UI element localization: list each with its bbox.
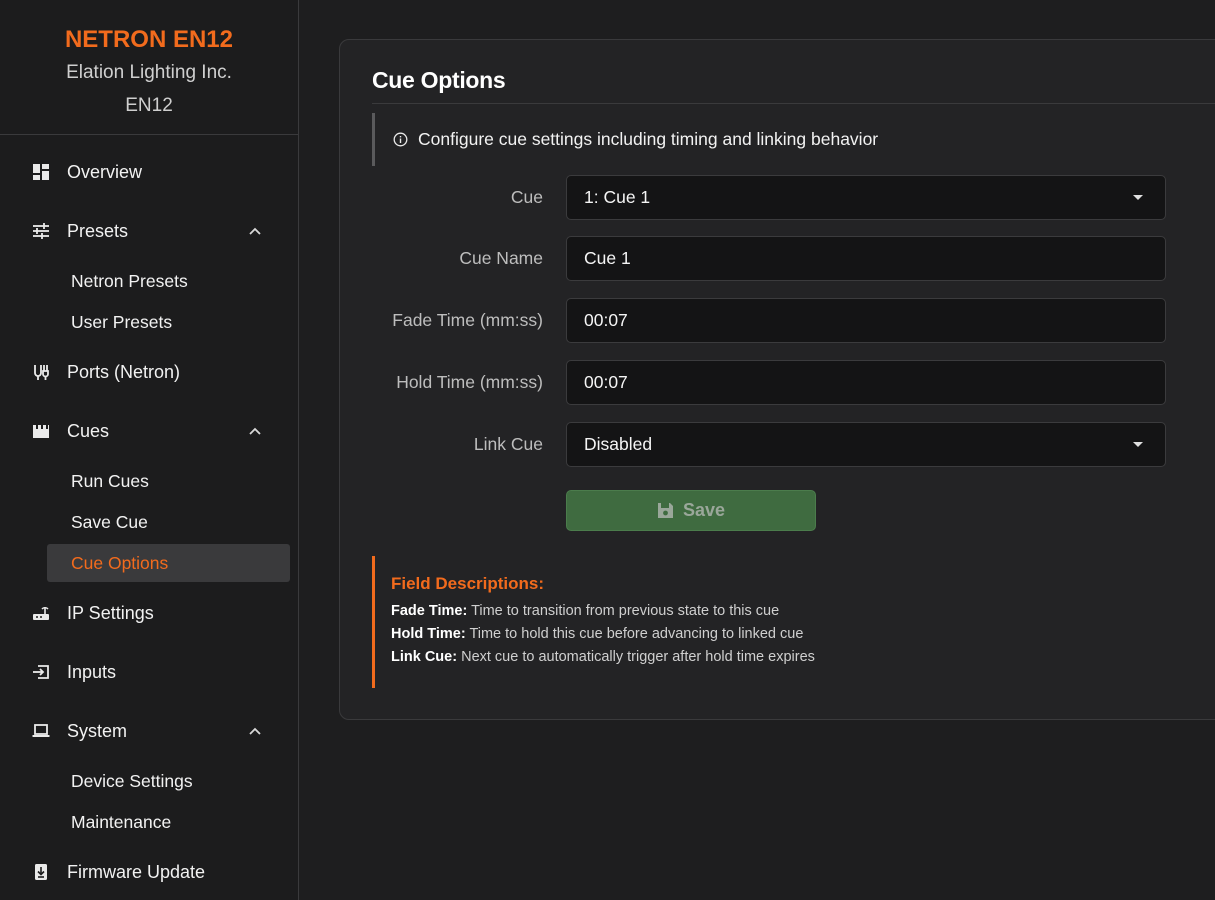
chevron-up-icon xyxy=(249,727,261,735)
desc-text: Time to transition from previous state t… xyxy=(471,603,780,619)
hold-time-input[interactable]: 00:07 xyxy=(566,360,1166,405)
sidebar-subitem-label: Device Settings xyxy=(71,770,193,791)
sidebar-subitem-netron-presets[interactable]: Netron Presets xyxy=(47,262,290,300)
cue-name-value: Cue 1 xyxy=(584,248,631,268)
sidebar-item-label: Ports (Netron) xyxy=(67,361,181,382)
desc-text: Next cue to automatically trigger after … xyxy=(461,649,815,665)
sidebar-item-ip-settings[interactable]: IP Settings xyxy=(0,593,299,633)
sidebar-subitem-run-cues[interactable]: Run Cues xyxy=(47,462,290,500)
link-cue-label: Link Cue xyxy=(473,434,543,454)
sidebar-subitem-save-cue[interactable]: Save Cue xyxy=(47,503,290,541)
sidebar: NETRON EN12 Elation Lighting Inc. EN12 O… xyxy=(0,0,299,900)
sidebar-item-inputs[interactable]: Inputs xyxy=(0,652,299,692)
fade-time-value: 00:07 xyxy=(584,310,628,330)
sidebar-item-label: System xyxy=(67,720,128,741)
dashboard-icon xyxy=(33,164,49,180)
fade-time-label: Fade Time (mm:ss) xyxy=(392,310,543,330)
fade-time-input[interactable]: 00:07 xyxy=(566,298,1166,343)
sidebar-item-label: Overview xyxy=(67,161,143,182)
desc-link-cue: Link Cue: Next cue to automatically trig… xyxy=(391,649,815,665)
brand-company: Elation Lighting Inc. xyxy=(66,62,232,83)
router-icon xyxy=(33,607,49,620)
info-banner: Configure cue settings including timing … xyxy=(372,113,1215,166)
chevron-up-icon xyxy=(249,427,261,435)
sidebar-item-presets[interactable]: Presets xyxy=(0,211,299,251)
sidebar-subitem-user-presets[interactable]: User Presets xyxy=(47,303,290,341)
sidebar-subitem-label: User Presets xyxy=(71,311,173,332)
form-row-fade-time: Fade Time (mm:ss) 00:07 xyxy=(340,298,1215,343)
sidebar-item-system[interactable]: System xyxy=(0,711,299,751)
sidebar-item-label: Firmware Update xyxy=(67,861,206,882)
save-button-label: Save xyxy=(682,500,726,520)
input-icon xyxy=(33,665,49,679)
sidebar-subitem-label: Run Cues xyxy=(71,470,149,491)
ports-icon xyxy=(34,365,49,380)
sidebar-subitem-cue-options[interactable]: Cue Options xyxy=(47,544,290,582)
desc-hold-time: Hold Time: Time to hold this cue before … xyxy=(391,626,803,642)
form-row-cue-name: Cue Name Cue 1 xyxy=(340,236,1215,281)
sidebar-item-label: Cues xyxy=(67,420,110,441)
sidebar-item-cues[interactable]: Cues xyxy=(0,411,299,451)
sidebar-subitem-label: Cue Options xyxy=(71,552,169,573)
desc-fade-time: Fade Time: Time to transition from previ… xyxy=(391,603,779,619)
sidebar-subitem-maintenance[interactable]: Maintenance xyxy=(47,803,290,841)
title-divider xyxy=(372,103,1215,104)
sliders-icon xyxy=(33,223,49,239)
cue-label: Cue xyxy=(510,187,543,207)
form-row-cue: Cue 1: Cue 1 xyxy=(340,175,1215,220)
save-button[interactable]: Save xyxy=(566,490,816,531)
form-row-hold-time: Hold Time (mm:ss) 00:07 xyxy=(340,360,1215,405)
chevron-up-icon xyxy=(249,227,261,235)
sidebar-subitem-label: Netron Presets xyxy=(71,270,188,291)
brand-header: NETRON EN12 Elation Lighting Inc. EN12 xyxy=(0,0,298,135)
link-cue-value: Disabled xyxy=(584,434,653,454)
page-title: Cue Options xyxy=(372,67,506,93)
desc-term: Hold Time: xyxy=(391,626,466,642)
sidebar-item-label: IP Settings xyxy=(67,602,154,623)
sidebar-subitem-label: Maintenance xyxy=(71,811,172,832)
info-text: Configure cue settings including timing … xyxy=(418,129,879,149)
sidebar-item-overview[interactable]: Overview xyxy=(0,152,299,192)
floppy-disk-icon xyxy=(657,503,673,518)
hold-time-value: 00:07 xyxy=(584,372,628,392)
brand-model: EN12 xyxy=(125,95,173,116)
cue-select[interactable]: 1: Cue 1 xyxy=(566,175,1166,220)
desc-text: Time to hold this cue before advancing t… xyxy=(469,626,804,642)
cue-select-value: 1: Cue 1 xyxy=(584,187,651,207)
cue-name-input[interactable]: Cue 1 xyxy=(566,236,1166,281)
sidebar-item-ports[interactable]: Ports (Netron) xyxy=(0,352,299,392)
firmware-icon xyxy=(35,864,47,880)
sidebar-item-label: Presets xyxy=(67,220,129,241)
info-icon xyxy=(393,132,408,147)
cue-name-label: Cue Name xyxy=(459,248,543,268)
sidebar-subitem-label: Save Cue xyxy=(71,511,148,532)
clapperboard-icon xyxy=(33,425,49,438)
dropdown-caret-icon xyxy=(1133,442,1143,447)
laptop-icon xyxy=(32,724,50,737)
brand-title: NETRON EN12 xyxy=(64,26,234,53)
cue-options-card: Cue Options Configure cue settings inclu… xyxy=(339,39,1215,720)
hold-time-label: Hold Time (mm:ss) xyxy=(396,372,543,392)
sidebar-item-label: Inputs xyxy=(67,661,117,682)
form-row-link-cue: Link Cue Disabled xyxy=(340,422,1215,467)
sidebar-item-firmware-update[interactable]: Firmware Update xyxy=(0,852,299,892)
desc-term: Fade Time: xyxy=(391,603,468,619)
desc-term: Link Cue: xyxy=(391,649,458,665)
field-descriptions-title: Field Descriptions: xyxy=(391,574,545,593)
dropdown-caret-icon xyxy=(1133,195,1143,200)
link-cue-select[interactable]: Disabled xyxy=(566,422,1166,467)
sidebar-subitem-device-settings[interactable]: Device Settings xyxy=(47,762,290,800)
field-descriptions: Field Descriptions: Fade Time: Time to t… xyxy=(372,556,872,688)
